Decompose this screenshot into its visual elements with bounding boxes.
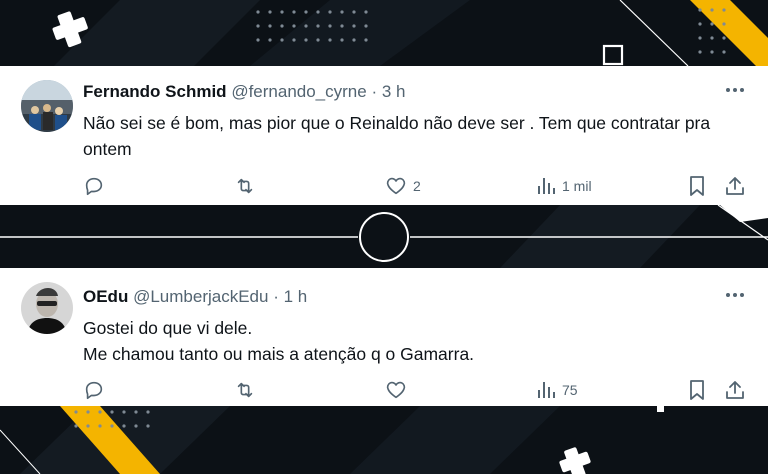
tweet-text-line: Gostei do que vi dele.: [83, 318, 253, 338]
user-handle[interactable]: @LumberjackEdu: [133, 287, 268, 306]
share-icon: [726, 177, 744, 195]
tweet-actions: 75: [83, 378, 748, 404]
reply-button[interactable]: [83, 174, 105, 198]
views-button[interactable]: 1 mil: [536, 174, 592, 198]
heart-icon: [386, 381, 406, 399]
avatar[interactable]: [21, 282, 73, 334]
views-button[interactable]: 75: [536, 378, 578, 402]
view-count: 1 mil: [562, 178, 592, 194]
tweet-actions: 2 1 mil: [83, 174, 748, 200]
retweet-button[interactable]: [233, 378, 257, 402]
tweet-card: Fernando Schmid @fernando_cyrne · 3 h Nã…: [0, 66, 768, 205]
share-button[interactable]: [724, 174, 746, 198]
tweet-text: Não sei se é bom, mas pior que o Reinald…: [83, 113, 711, 159]
tweet-text-line: Me chamou tanto ou mais a atenção q o Ga…: [83, 344, 475, 364]
retweet-icon: [237, 178, 253, 194]
like-button[interactable]: 2: [385, 174, 421, 198]
display-name[interactable]: OEdu: [83, 287, 128, 306]
tweet-text: Gostei do que vi dele. Me chamou tanto o…: [83, 315, 743, 367]
retweet-button[interactable]: [233, 174, 257, 198]
heart-icon: [386, 177, 406, 195]
tweet-header: Fernando Schmid @fernando_cyrne · 3 h: [83, 82, 406, 102]
separator: ·: [273, 287, 279, 306]
share-icon: [726, 381, 744, 399]
separator: ·: [371, 82, 378, 101]
reply-icon: [85, 177, 103, 196]
like-count: 2: [413, 178, 421, 194]
view-count: 75: [562, 382, 578, 398]
reply-button[interactable]: [83, 378, 105, 402]
more-options-icon[interactable]: [724, 82, 746, 98]
reply-icon: [85, 381, 103, 400]
bookmark-icon: [690, 176, 704, 196]
like-button[interactable]: [385, 378, 407, 402]
timestamp[interactable]: 3 h: [382, 82, 406, 101]
tweet-header: OEdu @LumberjackEdu · 1 h: [83, 287, 307, 307]
avatar[interactable]: [21, 80, 73, 132]
bookmark-icon: [690, 380, 704, 400]
user-handle[interactable]: @fernando_cyrne: [231, 82, 366, 101]
tweet-card: OEdu @LumberjackEdu · 1 h Gostei do que …: [0, 268, 768, 406]
bookmark-button[interactable]: [687, 174, 707, 198]
share-button[interactable]: [724, 378, 746, 402]
bookmark-button[interactable]: [687, 378, 707, 402]
more-options-icon[interactable]: [724, 287, 746, 303]
timestamp[interactable]: 1 h: [284, 287, 308, 306]
views-icon: [538, 382, 555, 398]
views-icon: [538, 178, 555, 194]
retweet-icon: [237, 382, 253, 398]
display-name[interactable]: Fernando Schmid: [83, 82, 227, 101]
